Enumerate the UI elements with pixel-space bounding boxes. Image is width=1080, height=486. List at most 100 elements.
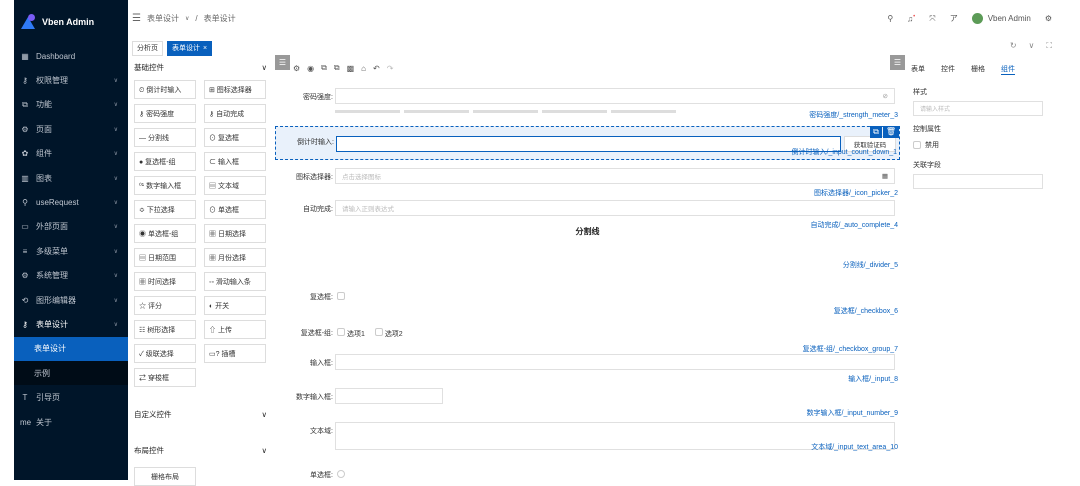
custom-controls-header[interactable]: 自定义控件 ∨ [128, 405, 273, 423]
export-icon[interactable]: ⧉ [334, 63, 340, 73]
component-item[interactable]: ● 复选框-组 [134, 152, 196, 171]
sidebar-item[interactable]: ⧉ 功能 ∨ [14, 93, 128, 117]
menu-fold-icon[interactable]: ☰ [132, 13, 141, 24]
chevron-down-icon[interactable]: ∨ [1029, 41, 1035, 51]
property-tab[interactable]: 表单 [911, 64, 925, 75]
user-dropdown[interactable]: Vben Admin [971, 13, 1031, 24]
eye-icon[interactable]: ⊘ [883, 92, 888, 100]
sidebar-item[interactable]: ▦ Dashboard [14, 44, 128, 68]
component-item[interactable]: ⏲ 倒计时输入 [134, 80, 196, 99]
grid-layout-button[interactable]: 栅格布局 [134, 467, 196, 486]
sidebar-item[interactable]: ≡ 多级菜单 ∨ [14, 239, 128, 263]
component-item[interactable]: ⚷ 自动完成 [204, 104, 266, 123]
collapse-left-button[interactable]: ☰ [275, 55, 290, 70]
component-item[interactable]: ▤ 文本域 [204, 176, 266, 195]
auto-complete-input[interactable]: 请输入正则表达式 [335, 200, 895, 216]
translate-icon[interactable]: ア [950, 13, 958, 24]
component-item[interactable]: ⊞ 图标选择器 [204, 80, 266, 99]
component-item[interactable]: ☆ 评分 [134, 296, 196, 315]
clear-icon[interactable]: ⌂ [361, 64, 366, 73]
sidebar-item[interactable]: ⚲ useRequest ∨ [14, 190, 128, 214]
breadcrumb-item[interactable]: 表单设计 [147, 13, 179, 24]
checkbox-option[interactable]: 选项1 [337, 328, 365, 339]
component-item[interactable]: ◉ 单选框-组 [134, 224, 196, 243]
component-item[interactable]: ⚷ 密码强度 [134, 104, 196, 123]
sidebar-item[interactable]: ✿ 组件 ∨ [14, 142, 128, 166]
component-item[interactable]: ▤ 日期范围 [134, 248, 196, 267]
component-item[interactable]: ▦ 时间选择 [134, 272, 196, 291]
sidebar-item[interactable]: T 引导页 [14, 385, 128, 409]
expand-icon[interactable]: ⛶ [1046, 41, 1052, 51]
component-item[interactable]: ▭? 插槽 [204, 344, 266, 363]
search-icon[interactable]: ⚲ [887, 14, 893, 23]
sidebar-item[interactable]: ▭ 外部页面 ∨ [14, 215, 128, 239]
copy-icon[interactable]: ⧉ [870, 126, 882, 138]
component-item[interactable]: ⇧ 上传 [204, 320, 266, 339]
property-tab[interactable]: 栅格 [971, 64, 985, 75]
collapse-right-button[interactable]: ☰ [890, 55, 905, 70]
grid-icon[interactable]: ▦ [882, 172, 888, 180]
layout-controls-header[interactable]: 布局控件 ∨ [128, 441, 273, 459]
form-label: 复选框-组: [300, 330, 333, 337]
component-item[interactable]: ⁰¹ 数字输入框 [134, 176, 196, 195]
sidebar-item-label: 外部页面 [36, 222, 68, 232]
redo-icon[interactable]: ↷ [387, 64, 394, 73]
property-tab[interactable]: 组件 [1001, 64, 1015, 75]
icon-picker-input[interactable]: 点击选择图标 ▦ [335, 168, 895, 184]
component-item[interactable]: ✓ 级联选择 [134, 344, 196, 363]
sidebar-item[interactable]: ⚷ 表单设计 ∨ [14, 312, 128, 336]
component-item[interactable]: — 分割线 [134, 128, 196, 147]
property-tab[interactable]: 控件 [941, 64, 955, 75]
refresh-icon[interactable]: ↻ [1010, 41, 1017, 51]
component-item[interactable]: ⊙ 复选框 [204, 128, 266, 147]
sidebar-item-label: 组件 [36, 149, 52, 159]
sidebar-item[interactable]: ⚙ 系统管理 ∨ [14, 264, 128, 288]
component-item[interactable]: ⊙ 单选框 [204, 200, 266, 219]
form-item-row[interactable]: 倒计时输入: 获取验证码 ⧉ 🗑 倒计时输入/_input_count_down_1 [275, 126, 900, 160]
view-icon[interactable]: ◉ [307, 64, 314, 73]
sidebar-item[interactable]: ⚙ 页面 ∨ [14, 117, 128, 141]
delete-icon[interactable]: 🗑 [882, 126, 899, 138]
style-input[interactable]: 请输入样式 [913, 101, 1043, 116]
breadcrumb: ☰ 表单设计 ∨ / 表单设计 [132, 13, 236, 24]
section-title: 基础控件 [134, 62, 164, 72]
component-item[interactable]: ▦ 日期选择 [204, 224, 266, 243]
import-icon[interactable]: ⧉ [321, 63, 327, 73]
app-logo[interactable]: Vben Admin [14, 0, 128, 44]
countdown-input[interactable] [336, 136, 841, 152]
sidebar-item[interactable]: ⟲ 图形编辑器 ∨ [14, 288, 128, 312]
disabled-checkbox[interactable]: 禁用 [907, 136, 1066, 154]
sidebar-item[interactable]: ⚷ 权限管理 ∨ [14, 68, 128, 92]
text-input[interactable] [335, 354, 895, 370]
component-item[interactable]: ⇄ 穿梭框 [134, 368, 196, 387]
bell-icon[interactable]: ♫• [907, 14, 915, 24]
close-icon[interactable]: × [203, 45, 207, 52]
component-item[interactable]: ≎ 下拉选择 [134, 200, 196, 219]
basic-controls-header[interactable]: 基础控件 ∨ [128, 58, 273, 76]
linked-field-input[interactable] [913, 174, 1043, 189]
component-item[interactable]: ◐ 开关 [204, 296, 266, 315]
sidebar-item[interactable]: me 关于 [14, 410, 128, 434]
sidebar-subitem[interactable]: 示例 [14, 361, 128, 386]
sidebar-item[interactable]: ▥ 图表 ∨ [14, 166, 128, 190]
tab-form-design[interactable]: 表单设计 × [167, 40, 213, 56]
radio-button[interactable] [337, 470, 345, 478]
component-item[interactable]: ☷ 树形选择 [134, 320, 196, 339]
component-item[interactable]: ▦ 月份选择 [204, 248, 266, 267]
fullscreen-icon[interactable]: ⤧ [929, 14, 935, 24]
checkbox-box[interactable] [337, 292, 345, 300]
tab-label: 分析页 [137, 45, 158, 52]
tab-analysis[interactable]: 分析页 [132, 40, 163, 56]
component-item[interactable]: ⊂ 输入框 [204, 152, 266, 171]
form-canvas[interactable]: 密码强度: ⊘ 密码强度/_strength_meter_3 倒计时输入: 获取验证码 ⧉… [275, 78, 907, 480]
component-item[interactable]: ◦◦ 滑动输入条 [204, 272, 266, 291]
number-input[interactable] [335, 388, 443, 404]
checkbox-option[interactable]: 选项2 [374, 328, 403, 339]
breadcrumb-item[interactable]: 表单设计 [204, 13, 236, 24]
sidebar-subitem[interactable]: 表单设计 [14, 336, 128, 362]
password-field[interactable]: ⊘ [335, 88, 895, 104]
settings-icon[interactable]: ⚙ [1045, 14, 1052, 23]
code-icon[interactable]: ▩ [347, 64, 355, 73]
preview-icon[interactable]: ⚙ [293, 64, 300, 73]
undo-icon[interactable]: ↶ [373, 64, 380, 73]
